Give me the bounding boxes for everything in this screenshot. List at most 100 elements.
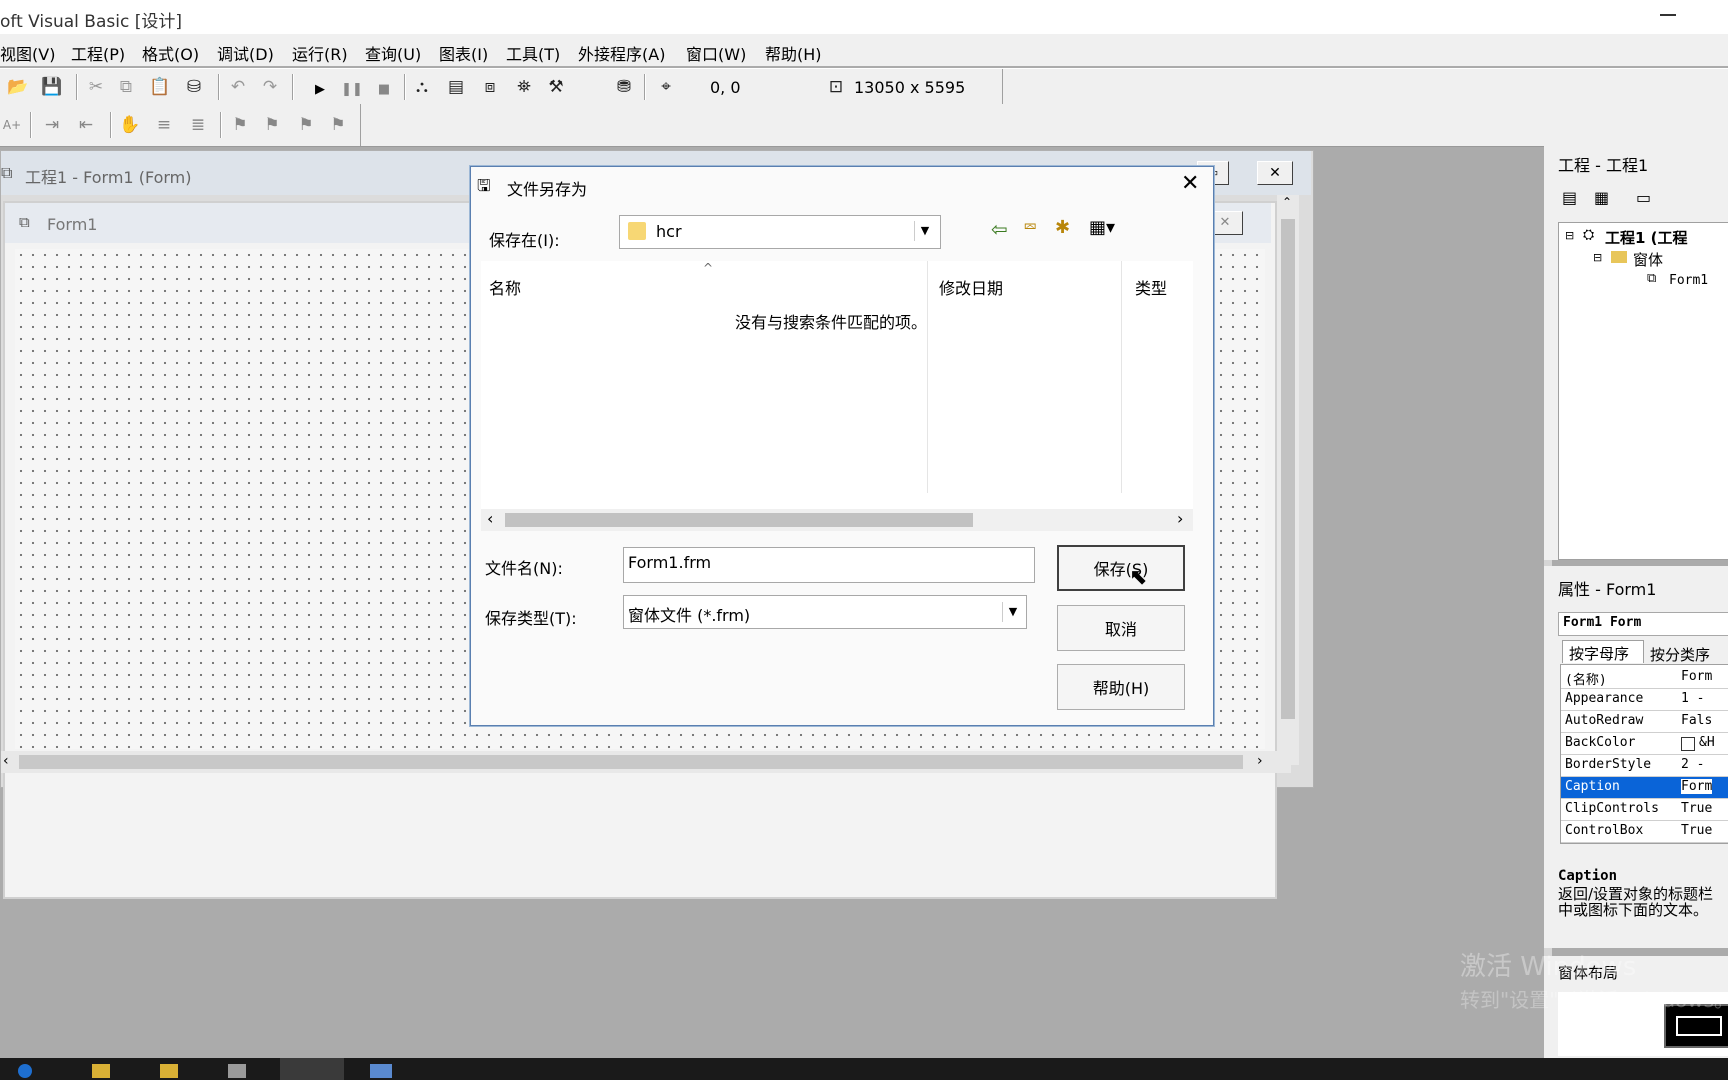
- tree-collapse-icon[interactable]: ⊟: [1565, 229, 1574, 242]
- horizontal-scrollbar-thumb[interactable]: [19, 755, 1243, 769]
- tab-alphabetic[interactable]: 按字母序: [1562, 640, 1644, 663]
- property-row[interactable]: AutoRedraw Fals: [1561, 711, 1728, 733]
- tree-forms-folder[interactable]: 窗体: [1633, 249, 1663, 270]
- bookmark-next-icon[interactable]: ⚑: [260, 113, 284, 137]
- property-row[interactable]: ClipControls True: [1561, 799, 1728, 821]
- save-icon[interactable]: 💾: [40, 75, 64, 99]
- toolbar-separator: [220, 112, 222, 138]
- taskbar-app-icon[interactable]: [228, 1064, 246, 1078]
- view-code-icon[interactable]: ▤: [1562, 188, 1577, 207]
- column-header-type[interactable]: 类型: [1135, 275, 1167, 299]
- menu-format[interactable]: 格式(O): [142, 41, 199, 65]
- menu-run[interactable]: 运行(R): [292, 41, 348, 65]
- back-icon[interactable]: ⇦: [991, 217, 1008, 241]
- taskbar-app-icon[interactable]: [92, 1064, 110, 1078]
- uncomment-block-icon[interactable]: ≣: [186, 113, 210, 137]
- toolbar-separator: [110, 112, 112, 138]
- menu-debug[interactable]: 调试(D): [217, 41, 274, 65]
- stop-icon[interactable]: ■: [372, 77, 396, 101]
- toolbox-icon[interactable]: ⚒: [544, 75, 568, 99]
- indent-icon[interactable]: ⇥: [40, 113, 64, 137]
- tab-categorized[interactable]: 按分类序: [1644, 642, 1728, 664]
- font-size-icon[interactable]: A+: [0, 113, 24, 137]
- help-button[interactable]: 帮助(H): [1057, 664, 1185, 710]
- find-icon[interactable]: ⛁: [182, 75, 206, 99]
- menu-query[interactable]: 查询(U): [365, 41, 421, 65]
- filetype-select[interactable]: 窗体文件 (*.frm) ▼: [623, 595, 1027, 629]
- hand-icon[interactable]: ✋: [118, 113, 142, 137]
- taskbar-app-active[interactable]: [280, 1058, 344, 1080]
- run-icon[interactable]: ▶: [308, 77, 332, 101]
- filetype-dropdown-icon[interactable]: ▼: [1002, 602, 1023, 622]
- save-in-value: hcr: [656, 222, 682, 241]
- property-name: BackColor: [1565, 735, 1636, 750]
- scroll-right-icon[interactable]: ›: [1257, 753, 1263, 769]
- outdent-icon[interactable]: ⇤: [74, 113, 98, 137]
- save-in-dropdown-icon[interactable]: ▼: [914, 221, 935, 241]
- file-list[interactable]: ^ 名称 修改日期 类型 没有与搜索条件匹配的项。: [481, 261, 1193, 509]
- open-icon[interactable]: 📂: [6, 75, 30, 99]
- view-menu-icon[interactable]: ▦▾: [1089, 217, 1115, 238]
- data-view-icon[interactable]: ⛃: [612, 75, 636, 99]
- menu-tools[interactable]: 工具(T): [506, 41, 560, 65]
- property-row[interactable]: BorderStyle 2 -: [1561, 755, 1728, 777]
- redo-icon[interactable]: ↷: [258, 75, 282, 99]
- window-close-button[interactable]: ✕: [1257, 161, 1293, 185]
- list-scrollbar-thumb[interactable]: [505, 513, 973, 527]
- column-header-modified[interactable]: 修改日期: [939, 275, 1003, 299]
- save-button[interactable]: 保存(S): [1057, 545, 1185, 591]
- save-in-combobox[interactable]: hcr ▼: [619, 215, 941, 249]
- object-selector[interactable]: Form1 Form: [1558, 612, 1728, 636]
- object-browser-icon[interactable]: ⛯: [512, 75, 536, 99]
- properties-window-icon[interactable]: ▤: [444, 75, 468, 99]
- window-min-button[interactable]: [1660, 14, 1676, 16]
- comment-block-icon[interactable]: ≡: [152, 113, 176, 137]
- copy-icon[interactable]: ⧉: [114, 75, 138, 99]
- column-header-name[interactable]: 名称: [489, 275, 521, 299]
- menu-window[interactable]: 窗口(W): [686, 41, 746, 65]
- file-list-hscrollbar[interactable]: ‹ ›: [481, 509, 1193, 531]
- start-icon[interactable]: [18, 1064, 32, 1078]
- taskbar-app-icon[interactable]: [370, 1064, 392, 1078]
- tree-project-node[interactable]: 工程1 (工程: [1605, 227, 1688, 248]
- toggle-folders-icon[interactable]: ▭: [1636, 188, 1651, 207]
- toolbar-separator: [404, 74, 406, 100]
- undo-icon[interactable]: ↶: [226, 75, 250, 99]
- bookmark-prev-icon[interactable]: ⚑: [294, 113, 318, 137]
- scroll-up-icon[interactable]: ⌃: [1282, 195, 1292, 209]
- menu-addins[interactable]: 外接程序(A): [578, 41, 665, 65]
- menu-project[interactable]: 工程(P): [71, 41, 125, 65]
- dialog-close-icon[interactable]: ✕: [1181, 171, 1199, 196]
- property-row-selected[interactable]: Caption Form: [1561, 777, 1728, 799]
- vertical-scrollbar[interactable]: ⌃ ⌄: [1277, 195, 1299, 765]
- menu-help[interactable]: 帮助(H): [765, 41, 822, 65]
- property-row[interactable]: Appearance 1 -: [1561, 689, 1728, 711]
- new-folder-icon[interactable]: ✱: [1055, 217, 1070, 238]
- vertical-scrollbar-thumb[interactable]: [1281, 219, 1295, 719]
- filename-input[interactable]: Form1.frm: [623, 547, 1035, 583]
- list-scroll-right-icon[interactable]: ›: [1177, 509, 1183, 528]
- up-folder-icon[interactable]: ⮹: [1023, 217, 1037, 238]
- scroll-left-icon[interactable]: ‹: [3, 753, 9, 769]
- view-object-icon[interactable]: ▦: [1594, 188, 1609, 207]
- form-layout-icon[interactable]: ⧈: [478, 75, 502, 99]
- tree-form1-item[interactable]: Form1: [1669, 273, 1708, 288]
- menu-view[interactable]: 视图(V): [0, 41, 55, 65]
- property-row[interactable]: (名称) Form: [1561, 667, 1728, 689]
- property-row[interactable]: BackColor &H: [1561, 733, 1728, 755]
- list-scroll-left-icon[interactable]: ‹: [487, 509, 493, 528]
- taskbar-app-icon[interactable]: [160, 1064, 178, 1078]
- project-tree[interactable]: ⊟ ⛭ 工程1 (工程 ⊟ 窗体 ⧉ Form1: [1558, 222, 1728, 560]
- cut-icon[interactable]: ✂: [84, 75, 108, 99]
- project-explorer-icon[interactable]: ⛬: [410, 75, 434, 99]
- cancel-button[interactable]: 取消: [1057, 605, 1185, 651]
- pause-icon[interactable]: ❚❚: [340, 77, 364, 101]
- property-row[interactable]: ControlBox True: [1561, 821, 1728, 843]
- tree-collapse-icon[interactable]: ⊟: [1593, 251, 1602, 264]
- bookmark-toggle-icon[interactable]: ⚑: [228, 113, 252, 137]
- property-grid[interactable]: (名称) Form Appearance 1 - AutoRedraw Fals Ba…: [1560, 664, 1728, 844]
- menu-diagram[interactable]: 图表(I): [439, 41, 488, 65]
- paste-icon[interactable]: 📋: [148, 75, 172, 99]
- bookmark-clear-icon[interactable]: ⚑: [326, 113, 350, 137]
- horizontal-scrollbar[interactable]: ‹ ›: [1, 751, 1291, 773]
